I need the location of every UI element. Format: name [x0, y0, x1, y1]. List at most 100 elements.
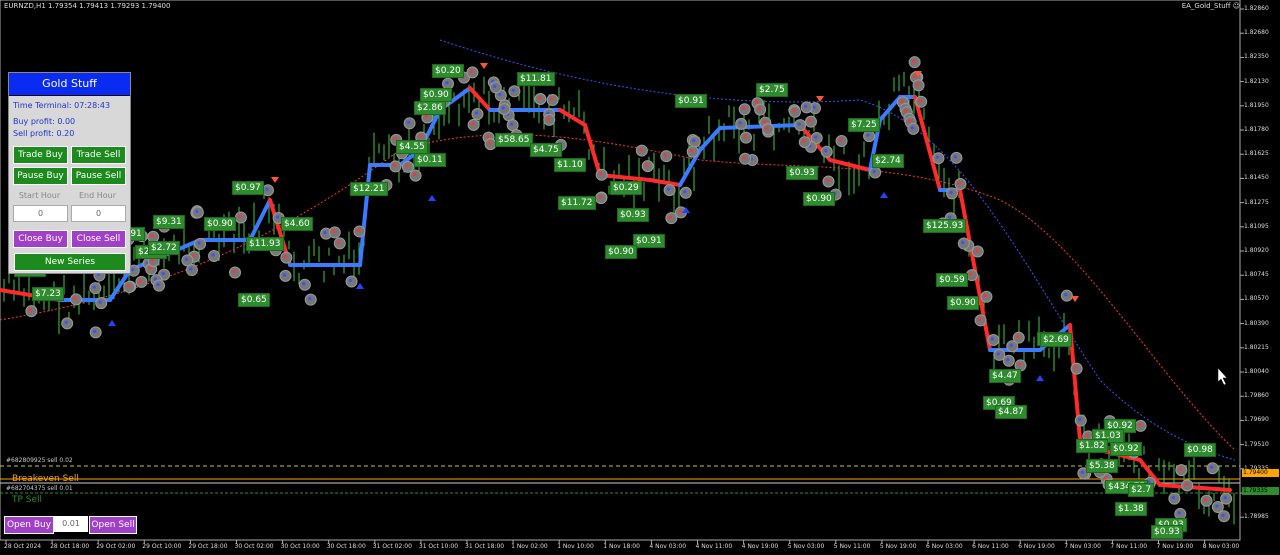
- trade-marker-dot: [824, 149, 828, 153]
- lot-size-input[interactable]: 0.01: [54, 516, 88, 532]
- time-label: 1 Nov 02:00: [511, 543, 548, 550]
- price-label: 1.81275: [1244, 198, 1269, 206]
- end-hour-label: End Hour: [78, 191, 116, 200]
- profit-label: $9.31: [153, 215, 185, 229]
- trade-marker-dot: [908, 119, 912, 123]
- price-label: 1.80570: [1244, 295, 1269, 303]
- profit-label: $0.29: [610, 181, 642, 195]
- trade-buy-button[interactable]: Trade Buy: [13, 146, 68, 164]
- start-hour-input[interactable]: 0: [13, 205, 68, 222]
- profit-label: $0.98: [1184, 443, 1216, 457]
- sell-profit: Sell profit: 0.20: [13, 129, 75, 138]
- profit-label: $0.93: [786, 166, 818, 180]
- profit-label: $0.90: [204, 217, 236, 231]
- trade-marker-dot: [184, 257, 188, 262]
- time-label: 1 Nov 18:00: [603, 543, 640, 550]
- price-label: 1.81950: [1244, 101, 1269, 109]
- time-label: 5 Nov 19:00: [879, 543, 917, 550]
- trade-marker-dot: [445, 81, 449, 85]
- trade-marker-dot: [1215, 504, 1219, 508]
- trade-marker-dot: [474, 111, 479, 115]
- profit-label: $0.20: [432, 64, 464, 78]
- trade-marker-dot: [197, 241, 201, 245]
- open-buy-button[interactable]: Open Buy: [4, 516, 54, 534]
- price-label: 1.82350: [1244, 53, 1269, 61]
- trade-marker-dot: [98, 300, 102, 304]
- price-label: 1.80745: [1244, 271, 1269, 279]
- trade-marker-dot: [996, 352, 1000, 356]
- close-buy-button[interactable]: Close Buy: [13, 230, 68, 248]
- trade-marker-dot: [757, 107, 761, 111]
- trade-marker-dot: [337, 240, 341, 244]
- price-label: 1.81450: [1244, 174, 1269, 182]
- time-label: 29 Oct 02:00: [96, 543, 136, 550]
- end-hour-input[interactable]: 0: [71, 205, 126, 222]
- time-label: 7 Nov 11:00: [1110, 543, 1148, 550]
- buy-profit: Buy profit: 0.00: [13, 117, 76, 126]
- time-label: 28 Oct 2024: [4, 543, 42, 550]
- trade-marker-dot: [1178, 467, 1182, 471]
- trend-line-segment: [358, 163, 372, 267]
- profit-label: $11.93: [246, 237, 284, 251]
- trade-marker-dot: [912, 59, 916, 63]
- trade-marker-dot: [348, 278, 353, 283]
- sell-arrow-icon: [1071, 296, 1079, 302]
- pause-buy-button[interactable]: Pause Buy: [13, 167, 68, 185]
- buy-arrow-icon: [108, 320, 116, 326]
- time-label: 28 Oct 18:00: [50, 543, 90, 550]
- profit-label: $0.90: [803, 192, 835, 206]
- time-label: 4 Nov 19:00: [741, 543, 779, 550]
- price-label: 1.80040: [1244, 368, 1269, 375]
- price-label: 1.80215: [1244, 343, 1269, 351]
- time-label: 31 Oct 10:00: [418, 543, 459, 550]
- profit-label: $0.91: [675, 94, 707, 108]
- trend-line-segment: [468, 86, 492, 112]
- trade-marker-dot: [1184, 482, 1188, 487]
- trade-marker-dot: [238, 214, 242, 219]
- gold-stuff-panel[interactable]: Gold Stuff Time Terminal: 07:28:43 Buy p…: [8, 72, 131, 274]
- profit-label: $4.75: [530, 143, 562, 157]
- trade-marker-dot: [509, 122, 514, 126]
- trend-line-segment: [698, 126, 722, 152]
- ma-line-blue: [439, 39, 1236, 461]
- close-sell-button[interactable]: Close Sell: [71, 230, 126, 248]
- trade-marker-dot: [493, 84, 497, 89]
- sell-arrow-icon: [480, 63, 488, 69]
- trade-marker-dot: [511, 88, 515, 92]
- trade-marker-dot: [969, 272, 973, 276]
- price-label: 1.78985: [1244, 513, 1269, 521]
- time-label: 31 Oct 18:00: [465, 543, 505, 550]
- trade-marker-dot: [1085, 433, 1089, 438]
- tp-price-tag: 1.79335: [1242, 487, 1279, 495]
- trade-marker-dot: [211, 253, 215, 257]
- profit-label: $5.38: [1086, 459, 1118, 473]
- pause-sell-button[interactable]: Pause Sell: [71, 167, 126, 185]
- trade-marker-dot: [668, 215, 672, 219]
- open-sell-button[interactable]: Open Sell: [89, 516, 137, 534]
- profit-label: $0.90: [947, 296, 979, 310]
- trade-marker-dot: [825, 178, 830, 183]
- trade-marker-dot: [975, 248, 979, 253]
- time-label: 6 Nov 19:00: [1018, 543, 1055, 550]
- profit-label: $2.72: [148, 241, 180, 255]
- trade-sell-button[interactable]: Trade Sell: [71, 146, 126, 164]
- buy-arrow-icon: [1036, 375, 1044, 381]
- sell-order-label-2: #682704375 sell 0.01: [6, 485, 73, 492]
- trade-marker-dot: [550, 97, 554, 101]
- trade-marker-dot: [1073, 366, 1078, 370]
- trade-marker-dot: [1223, 496, 1227, 500]
- trade-marker-dot: [762, 120, 766, 124]
- profit-label: $4.60: [281, 217, 313, 231]
- time-label: 29 Oct 10:00: [142, 543, 182, 550]
- trade-marker-dot: [645, 163, 649, 167]
- price-label: 1.81625: [1244, 150, 1269, 158]
- trade-marker-dot: [73, 296, 77, 300]
- trade-marker-dot: [1006, 358, 1010, 362]
- profit-label: $0.93: [1151, 525, 1183, 539]
- trade-marker-dot: [28, 308, 32, 312]
- trade-marker-dot: [405, 164, 409, 168]
- new-series-button[interactable]: New Series: [14, 253, 126, 271]
- trade-marker-dot: [900, 99, 904, 103]
- sell-order-label-1: #682809925 sell 0.02: [6, 457, 73, 464]
- profit-label: $0.93: [617, 208, 649, 222]
